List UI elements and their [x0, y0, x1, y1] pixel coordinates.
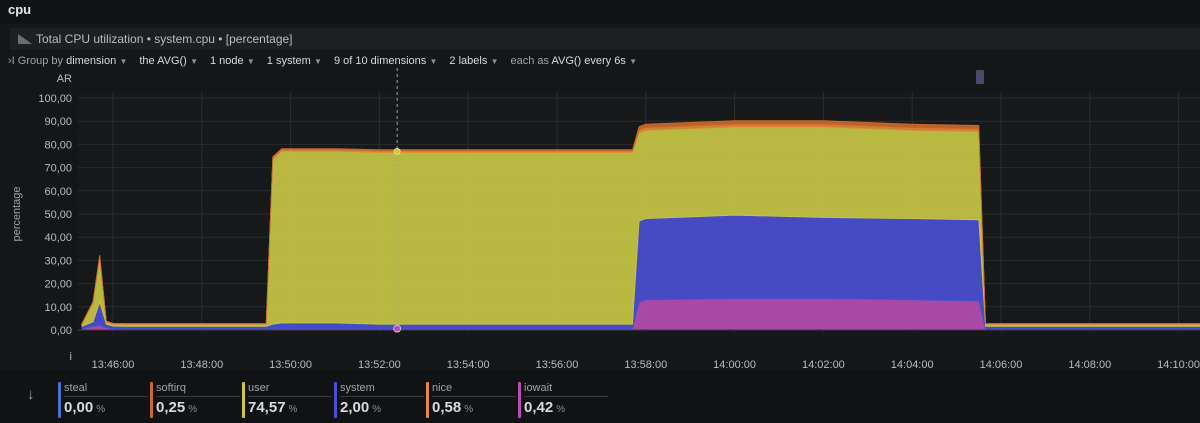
legend-item-value: 2,00%: [340, 399, 382, 416]
x-tick-label: 14:06:00: [980, 359, 1023, 370]
y-tick-label: 40,00: [44, 232, 72, 244]
cpu-chart[interactable]: 100,00 90,00 80,00 70,00 60,00 50,00 40,00 30,0…: [0, 24, 1200, 370]
legend-divider: [64, 396, 148, 397]
y-extra-bottom-label: i: [70, 351, 72, 363]
legend-item-unit: %: [556, 404, 566, 415]
x-tick-label: 14:04:00: [891, 359, 934, 370]
x-tick-label: 13:58:00: [624, 359, 667, 370]
x-tick-label: 13:46:00: [92, 359, 135, 370]
selection-marker[interactable]: [976, 70, 984, 84]
x-tick-label: 13:48:00: [180, 359, 223, 370]
legend-item-name: nice: [432, 382, 453, 394]
y-extra-top-label: AR: [57, 73, 72, 85]
legend-color-swatch: [518, 382, 521, 418]
x-tick-label: 13:54:00: [447, 359, 490, 370]
legend-item-iowait[interactable]: iowait 0,42%: [518, 382, 608, 420]
x-tick-label: 13:56:00: [536, 359, 579, 370]
legend-item-name: user: [248, 382, 270, 394]
legend-item-name: softirq: [156, 382, 186, 394]
section-title: cpu: [8, 2, 32, 17]
x-tick-label: 13:52:00: [358, 359, 401, 370]
x-tick-label: 13:50:00: [269, 359, 312, 370]
legend-item-user[interactable]: user 74,57%: [242, 382, 332, 420]
legend-color-swatch: [426, 382, 429, 418]
y-tick-label: 70,00: [44, 163, 72, 175]
y-tick-label: 10,00: [44, 302, 72, 314]
legend-item-unit: %: [464, 404, 474, 415]
legend-divider: [524, 396, 608, 397]
legend-item-unit: %: [372, 404, 382, 415]
x-tick-label: 14:10:00: [1157, 359, 1200, 370]
legend-divider: [432, 396, 516, 397]
y-tick-label: 0,00: [51, 325, 72, 337]
cursor-point-user: [393, 147, 401, 155]
down-arrow-icon[interactable]: ↓: [27, 386, 35, 403]
legend-item-system[interactable]: system 2,00%: [334, 382, 424, 420]
legend-item-unit: %: [188, 404, 198, 415]
legend-color-swatch: [334, 382, 337, 418]
legend-divider: [340, 396, 424, 397]
legend-item-value: 0,58%: [432, 399, 474, 416]
legend-item-softirq[interactable]: softirq 0,25%: [150, 382, 240, 420]
legend-item-unit: %: [96, 404, 106, 415]
legend-item-name: steal: [64, 382, 88, 394]
y-tick-label: 80,00: [44, 139, 72, 151]
legend-item-name: system: [340, 382, 375, 394]
x-tick-label: 14:00:00: [713, 359, 756, 370]
x-tick-label: 14:02:00: [802, 359, 845, 370]
legend-item-name: iowait: [524, 382, 553, 394]
legend-color-swatch: [58, 382, 61, 418]
legend-divider: [248, 396, 332, 397]
y-tick-label: 50,00: [44, 209, 72, 221]
cursor-point-iowait: [393, 324, 402, 333]
x-tick-label: 14:08:00: [1068, 359, 1111, 370]
legend-item-steal[interactable]: steal 0,00%: [58, 382, 148, 420]
legend-item-nice[interactable]: nice 0,58%: [426, 382, 516, 420]
legend-item-value: 0,25%: [156, 399, 198, 416]
chart-card: Total CPU utilization • system.cpu • [pe…: [0, 24, 1200, 370]
legend-color-swatch: [242, 382, 245, 418]
y-tick-label: 90,00: [44, 116, 72, 128]
legend-item-value: 0,00%: [64, 399, 106, 416]
legend: ↓ steal 0,00% softirq 0,25% user 74,57% system…: [0, 372, 1200, 423]
y-tick-label: 60,00: [44, 186, 72, 198]
legend-item-value: 0,42%: [524, 399, 566, 416]
y-tick-label: 100,00: [38, 93, 72, 105]
y-axis-label: percentage: [11, 186, 23, 241]
legend-item-unit: %: [288, 404, 298, 415]
legend-divider: [156, 396, 240, 397]
legend-item-value: 74,57%: [248, 399, 298, 416]
legend-color-swatch: [150, 382, 153, 418]
y-tick-label: 20,00: [44, 279, 72, 291]
y-tick-label: 30,00: [44, 255, 72, 267]
